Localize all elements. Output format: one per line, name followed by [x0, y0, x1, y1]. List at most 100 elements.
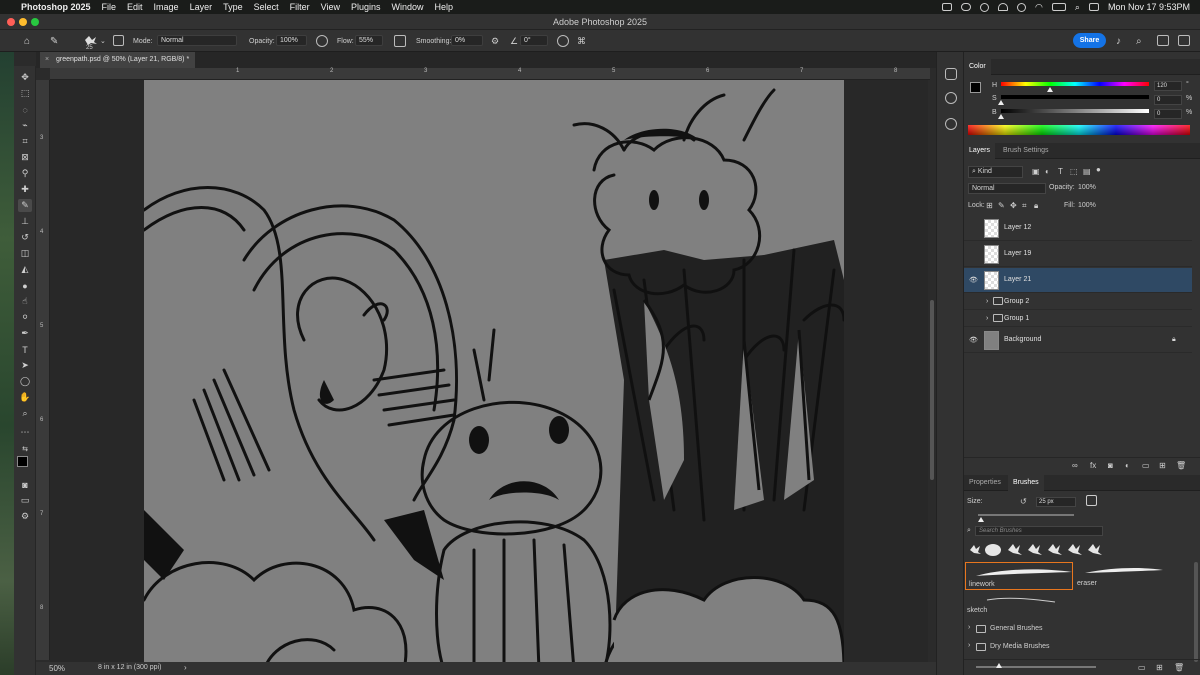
tab-brushes[interactable]: Brushes — [1008, 475, 1044, 491]
brush-size-slider-track[interactable] — [978, 514, 1074, 516]
paint-bucket-tool-icon[interactable]: ◭ — [18, 263, 32, 276]
eraser-tool-icon[interactable]: ◫ — [18, 247, 32, 260]
saturation-slider-thumb[interactable] — [998, 100, 1004, 105]
filter-pixel-icon[interactable]: ▣ — [1032, 167, 1040, 176]
new-layer-icon[interactable]: ⊞ — [1159, 461, 1166, 470]
brush-preset-linework[interactable]: linework — [965, 562, 1073, 590]
wifi-icon[interactable]: ◠ — [1035, 2, 1043, 13]
battery-icon[interactable] — [1051, 3, 1066, 11]
saturation-slider-track[interactable] — [1001, 95, 1149, 99]
marquee-tool-icon[interactable]: ⬚ — [18, 87, 32, 100]
clock[interactable]: Mon Nov 17 9:53PM — [1108, 2, 1190, 12]
eye-icon[interactable]: 👁︎ — [969, 336, 979, 344]
opacity-field[interactable]: 100% — [276, 35, 307, 46]
more-tools-icon[interactable]: ⋯ — [18, 426, 32, 439]
angle-field[interactable]: 0° — [520, 35, 548, 46]
screen-mode-icon[interactable]: ▭ — [18, 494, 32, 507]
tab-layers[interactable]: Layers — [964, 143, 996, 159]
fx-icon[interactable]: fx — [1090, 461, 1096, 470]
flow-field[interactable]: 55% — [355, 35, 383, 46]
brush-folder-row[interactable]: › General Brushes — [964, 621, 1192, 637]
tab-brush-settings[interactable]: Brush Settings — [998, 143, 1054, 159]
new-brush-icon[interactable]: ⊞ — [1156, 663, 1163, 672]
saturation-field[interactable]: 0 — [1154, 95, 1182, 105]
preview-size-slider[interactable] — [976, 666, 1096, 668]
menu-select[interactable]: Select — [254, 2, 279, 12]
history-panel-icon[interactable] — [945, 68, 957, 80]
filter-adjustment-icon[interactable]: ◐ — [1045, 167, 1050, 176]
brightness-slider-track[interactable] — [1001, 109, 1149, 113]
control-center-icon[interactable] — [1088, 3, 1099, 11]
hand-tool-icon[interactable]: ✋ — [18, 391, 32, 404]
edit-toolbar-icon[interactable]: ⚙ — [18, 510, 32, 523]
object-selection-tool-icon[interactable]: ⌁ — [18, 119, 32, 132]
filter-toggle-icon[interactable]: ● — [1096, 165, 1101, 174]
search-icon[interactable]: ⌕ — [1075, 2, 1080, 13]
search-icon[interactable]: ⌕ — [1136, 35, 1142, 47]
smudge-tool-icon[interactable]: ☝ — [18, 295, 32, 308]
lock-artboard-icon[interactable]: ⌗ — [1022, 201, 1027, 211]
chevron-right-icon[interactable]: › — [968, 624, 970, 631]
menu-filter[interactable]: Filter — [290, 2, 310, 12]
gear-icon[interactable]: ⚙ — [491, 35, 499, 47]
airbrush-icon[interactable] — [394, 35, 406, 47]
scrollbar-thumb[interactable] — [930, 300, 934, 480]
foreground-color-swatch[interactable] — [970, 82, 981, 93]
layer-filter-kind-select[interactable]: ⌕ Kind — [968, 166, 1023, 178]
add-mask-icon[interactable]: ◙ — [1108, 461, 1113, 470]
brightness-field[interactable]: 0 — [1154, 109, 1182, 119]
bell-icon[interactable]: ♪ — [1116, 35, 1121, 47]
chevron-right-icon[interactable]: › — [968, 642, 970, 649]
brush-tool-preset-icon[interactable]: ✎ — [50, 35, 58, 47]
share-button[interactable]: Share — [1073, 33, 1106, 48]
tab-properties[interactable]: Properties — [964, 475, 1006, 491]
hue-slider-track[interactable] — [1001, 82, 1149, 86]
info-panel-icon[interactable] — [945, 92, 957, 104]
adjustments-panel-icon[interactable] — [945, 118, 957, 130]
layer-opacity-value[interactable]: 100% — [1078, 184, 1096, 191]
angle-icon[interactable]: ∠ — [510, 35, 518, 47]
quick-mask-icon[interactable]: ◙ — [18, 478, 32, 491]
zoom-level[interactable]: 50% — [49, 664, 65, 673]
menu-layer[interactable]: Layer — [190, 2, 213, 12]
layer-row[interactable]: 👁︎ Background 🔒︎ — [964, 328, 1192, 353]
brush-preset-sketch[interactable]: sketch — [965, 591, 1073, 619]
chevron-down-icon[interactable]: ⌄ — [100, 35, 106, 47]
status-headphones-icon[interactable] — [998, 3, 1009, 11]
artwork-canvas[interactable] — [144, 80, 844, 662]
dodge-tool-icon[interactable]: ⚪ — [18, 311, 32, 324]
document-tab[interactable]: × greenpath.psd @ 50% (Layer 21, RGB/8) … — [40, 52, 196, 68]
app-menu[interactable]: Photoshop 2025 — [21, 2, 91, 12]
layer-row[interactable]: Layer 12 — [964, 216, 1192, 241]
eyedropper-tool-icon[interactable]: ⚲ — [18, 167, 32, 180]
filter-smart-object-icon[interactable]: ▤ — [1083, 167, 1091, 176]
preview-size-thumb[interactable] — [996, 663, 1002, 668]
new-folder-icon[interactable]: ▭ — [1138, 663, 1146, 672]
blur-tool-icon[interactable]: ● — [18, 279, 32, 292]
hue-field[interactable]: 120 — [1154, 81, 1182, 91]
hue-slider-thumb[interactable] — [1046, 87, 1053, 92]
brush-size-field[interactable]: 25 px — [1036, 497, 1076, 507]
menu-help[interactable]: Help — [435, 2, 454, 12]
adjustment-layer-icon[interactable]: ◐ — [1125, 461, 1130, 470]
menu-view[interactable]: View — [321, 2, 340, 12]
path-selection-tool-icon[interactable]: ➤ — [18, 359, 32, 372]
crop-tool-icon[interactable]: ⌗ — [18, 135, 32, 148]
brush-preset-eraser[interactable]: eraser — [1075, 562, 1183, 590]
create-brush-icon[interactable] — [1086, 495, 1097, 506]
menu-file[interactable]: File — [102, 2, 117, 12]
trash-icon[interactable]: 🗑︎ — [1174, 663, 1184, 672]
symmetry-icon[interactable]: ⌘ — [577, 35, 586, 47]
lock-all-icon[interactable]: 🔒︎ — [1034, 201, 1038, 211]
filter-type-icon[interactable]: T — [1058, 167, 1063, 176]
blend-mode-select[interactable]: Normal — [968, 183, 1046, 194]
lock-position-icon[interactable]: ✥ — [1010, 201, 1017, 210]
menu-window[interactable]: Window — [392, 2, 424, 12]
menu-edit[interactable]: Edit — [127, 2, 143, 12]
swap-colors-icon[interactable]: ⇆ — [18, 442, 32, 455]
menu-plugins[interactable]: Plugins — [351, 2, 381, 12]
vertical-ruler[interactable]: 3 4 5 6 7 8 — [36, 80, 50, 660]
layer-row-selected[interactable]: 👁︎ Layer 21 — [964, 268, 1192, 293]
pressure-size-icon[interactable] — [557, 35, 569, 47]
horizontal-ruler[interactable]: 1 2 3 4 5 6 7 8 — [50, 68, 930, 80]
